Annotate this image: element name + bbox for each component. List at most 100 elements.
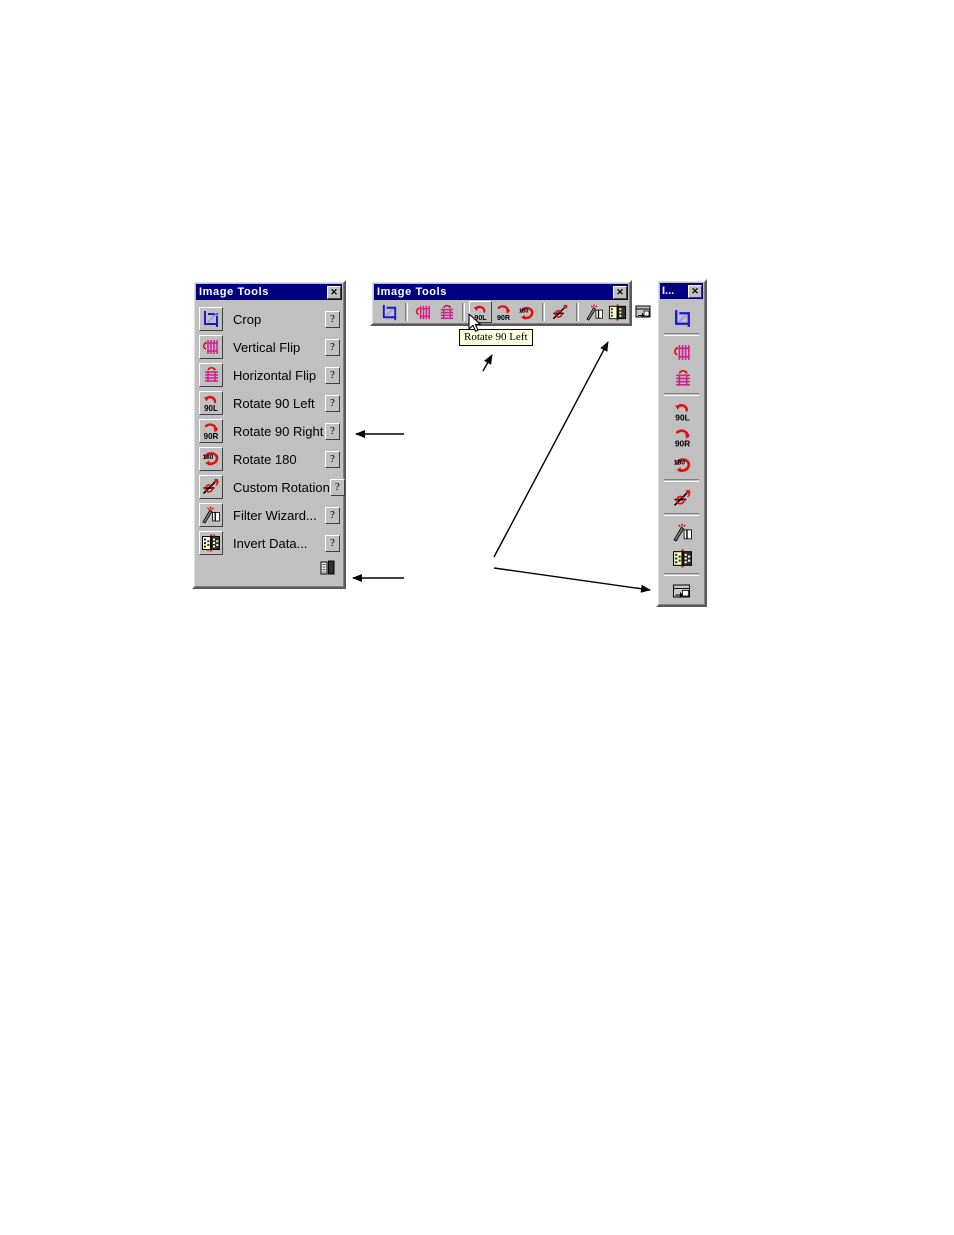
close-icon[interactable]: ✕ (327, 285, 341, 299)
help-button[interactable]: ? (325, 394, 340, 412)
svg-text:90L: 90L (675, 412, 689, 422)
rotate-180-button[interactable]: 180 (199, 447, 223, 471)
image-tools-list-window[interactable]: Image Tools ✕ Crop ? Vertical Flip ? Hor… (192, 280, 346, 589)
list-item[interactable]: Invert Data... ? (199, 529, 340, 557)
rotate-90-left-button[interactable]: 90L (669, 399, 695, 424)
filter-wizard-button[interactable] (583, 301, 606, 323)
svg-text:90L: 90L (204, 404, 218, 413)
list-item-label: Rotate 90 Right (233, 423, 324, 439)
toolbar-separator (664, 333, 699, 336)
list-item[interactable]: Horizontal Flip ? (199, 361, 340, 389)
list-item-label: Invert Data... (233, 535, 308, 551)
custom-rotation-button[interactable] (549, 301, 572, 323)
window-title: I... (662, 285, 675, 297)
svg-text:90R: 90R (674, 438, 689, 448)
image-tools-horizontal-toolbar-window[interactable]: Image Tools ✕ 90L 90R 180 (370, 280, 651, 326)
horizontal-flip-button[interactable] (199, 363, 223, 387)
help-button[interactable]: ? (325, 310, 340, 328)
dock-handle-icon (672, 584, 693, 605)
filter-wizard-button[interactable] (199, 503, 223, 527)
rotate-90-left-icon: 90L (672, 402, 693, 423)
filter-wizard-button[interactable] (669, 519, 695, 544)
horizontal-flip-icon (437, 303, 456, 322)
help-button[interactable]: ? (325, 450, 340, 468)
vertical-flip-button[interactable] (199, 335, 223, 359)
list-item[interactable]: Filter Wizard... ? (199, 501, 340, 529)
titlebar[interactable]: Image Tools ✕ (374, 284, 628, 300)
list-item-label: Rotate 90 Left (233, 395, 315, 411)
vertical-flip-button[interactable] (412, 301, 435, 323)
help-button[interactable]: ? (325, 506, 340, 524)
custom-rotation-icon (551, 303, 570, 322)
invert-data-icon (672, 548, 693, 569)
help-button[interactable]: ? (325, 534, 340, 552)
close-icon[interactable]: ✕ (688, 284, 702, 298)
image-tools-vertical-toolbar-window[interactable]: I... ✕ 90L 90R 180 (656, 279, 707, 607)
rotate-90-left-button[interactable]: 90L (199, 391, 223, 415)
help-button[interactable]: ? (329, 478, 345, 496)
rotate-90-right-icon: 90R (672, 428, 693, 449)
list-item-label: Filter Wizard... (233, 507, 317, 523)
vertical-flip-button[interactable] (669, 339, 695, 364)
list-item[interactable]: Vertical Flip ? (199, 333, 340, 361)
custom-rotation-icon (201, 477, 221, 497)
rotate-90-right-button[interactable]: 90R (669, 425, 695, 450)
crop-button[interactable] (199, 307, 223, 331)
list-item[interactable]: 180 Rotate 180 ? (199, 445, 340, 473)
help-button[interactable]: ? (325, 338, 340, 356)
help-button[interactable]: ? (325, 366, 340, 384)
horizontal-flip-button[interactable] (669, 365, 695, 390)
titlebar[interactable]: Image Tools ✕ (196, 284, 342, 300)
invert-data-button[interactable] (199, 531, 223, 555)
list-item[interactable]: Custom Rotation ? (199, 473, 345, 501)
rotate-90-right-icon: 90R (201, 421, 221, 441)
arrow-to-vertical-toolbar-top (493, 341, 609, 558)
rotate-180-button[interactable]: 180 (515, 301, 538, 323)
dock-handle-icon (635, 305, 654, 324)
custom-rotation-button[interactable] (199, 475, 223, 499)
crop-button[interactable] (669, 305, 695, 330)
filter-wizard-icon (585, 303, 604, 322)
help-button[interactable]: ? (325, 422, 340, 440)
close-icon[interactable]: ✕ (613, 285, 627, 299)
titlebar[interactable]: I... ✕ (660, 283, 703, 299)
vertical-flip-icon (672, 342, 693, 363)
list-item[interactable]: 90R Rotate 90 Right ? (199, 417, 340, 445)
invert-data-icon (608, 303, 627, 322)
list-item[interactable]: Crop ? (199, 305, 340, 333)
list-item-label: Rotate 180 (233, 451, 297, 467)
list-item-label: Vertical Flip (233, 339, 301, 355)
list-footer (199, 557, 340, 579)
rotate-90-right-button[interactable]: 90R (492, 301, 515, 323)
svg-text:180: 180 (203, 454, 214, 461)
annotation-arrows (352, 341, 651, 593)
vertical-flip-icon (201, 337, 221, 357)
svg-text:180: 180 (519, 309, 529, 315)
toolbar-strip: 90L 90R 180 (660, 301, 703, 603)
list-item[interactable]: 90L Rotate 90 Left ? (199, 389, 340, 417)
toolbar-strip: 90L 90R 180 (374, 301, 651, 323)
toolbar-separator (664, 479, 699, 482)
rotate-180-icon: 180 (672, 454, 693, 475)
filter-wizard-icon (672, 522, 693, 543)
custom-rotation-button[interactable] (669, 485, 695, 510)
rotate-90-left-icon: 90L (201, 393, 221, 413)
dock-handle-button[interactable] (669, 579, 695, 604)
filter-wizard-icon (201, 505, 221, 525)
vertical-flip-icon (414, 303, 433, 322)
dock-handle-button[interactable] (633, 299, 656, 321)
crop-icon (380, 303, 399, 322)
rotate-180-icon: 180 (517, 303, 536, 322)
crop-button[interactable] (378, 301, 401, 323)
horizontal-flip-button[interactable] (435, 301, 458, 323)
rotate-90-right-button[interactable]: 90R (199, 419, 223, 443)
list-item-label: Crop (233, 311, 262, 327)
mouse-cursor-icon (468, 313, 482, 333)
dock-handle-icon[interactable] (320, 560, 336, 576)
invert-data-button[interactable] (669, 545, 695, 570)
invert-data-button[interactable] (606, 301, 629, 323)
toolbar-separator (542, 303, 545, 321)
svg-text:90R: 90R (497, 314, 510, 322)
horizontal-flip-icon (201, 365, 221, 385)
rotate-180-button[interactable]: 180 (669, 451, 695, 476)
